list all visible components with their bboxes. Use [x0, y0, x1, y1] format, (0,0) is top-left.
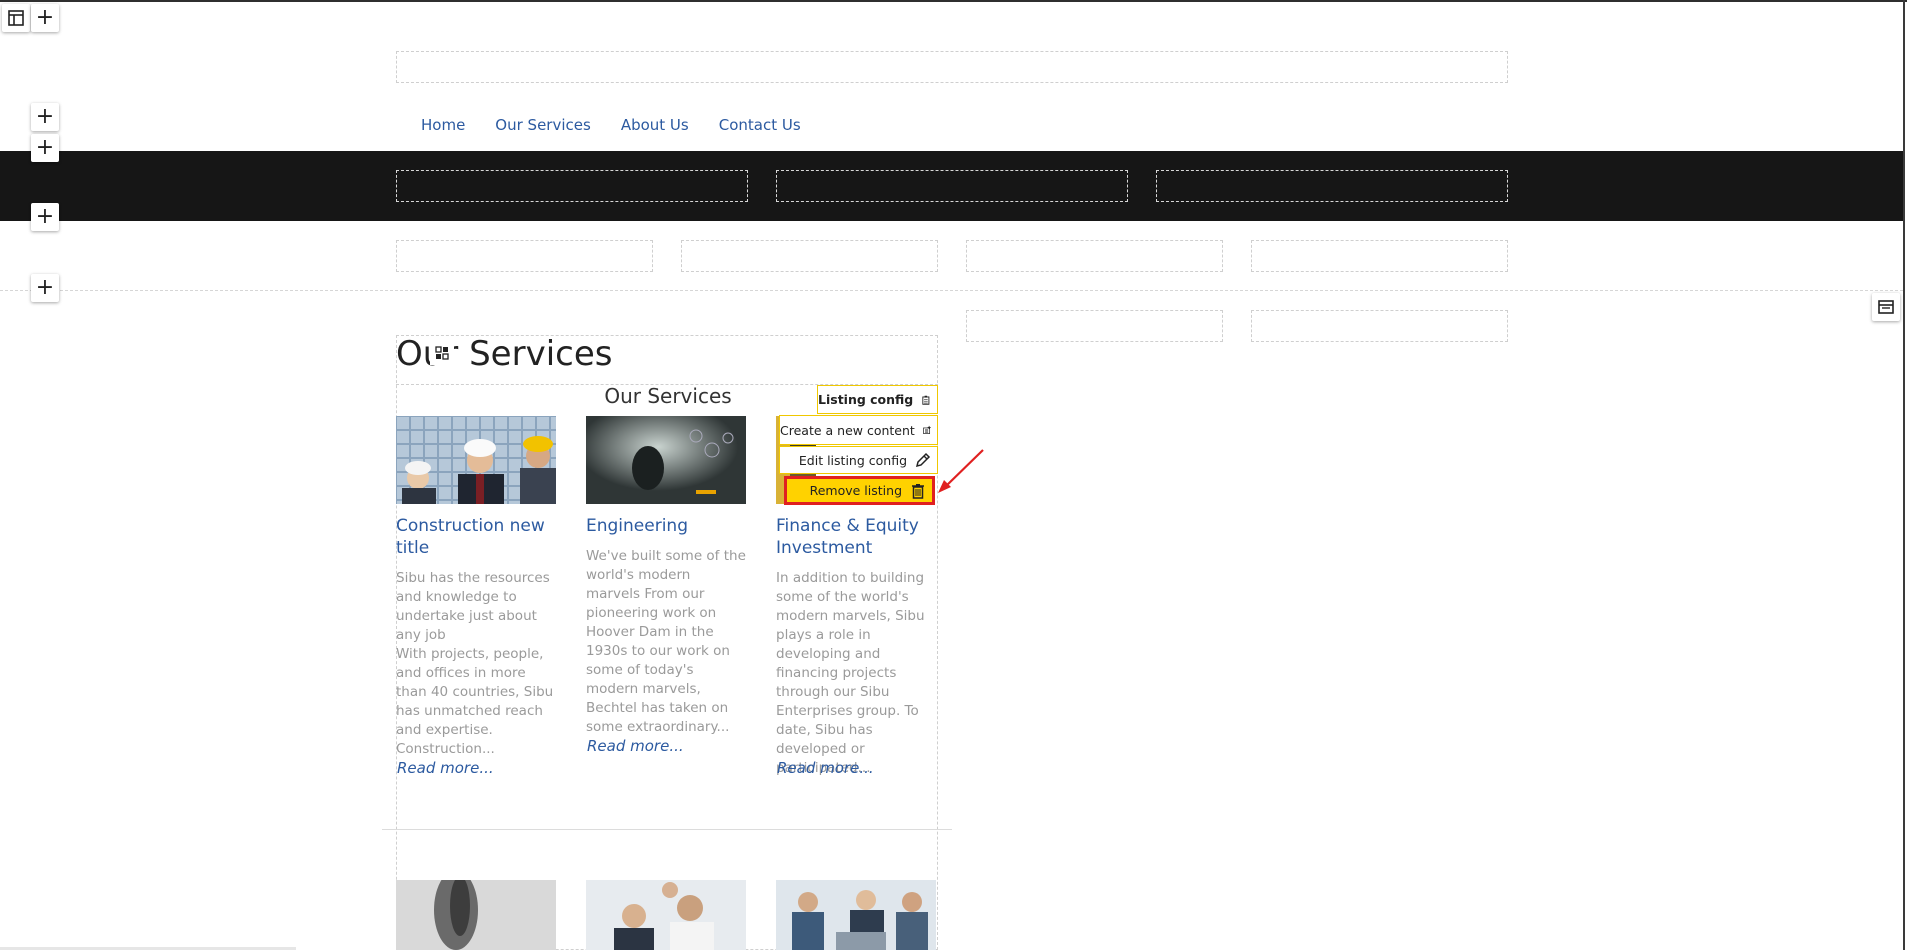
nav-about-us[interactable]: About Us: [621, 116, 689, 134]
plus-icon: +: [35, 204, 55, 229]
pencil-icon: [915, 452, 931, 468]
plus-icon: +: [35, 275, 55, 300]
listing-divider: [382, 829, 952, 830]
layout-button[interactable]: [2, 4, 30, 32]
remove-listing-item[interactable]: Remove listing: [784, 476, 935, 505]
header-block-placeholder[interactable]: [396, 51, 1508, 83]
read-more-finance[interactable]: Read more...: [777, 759, 874, 777]
nav-home[interactable]: Home: [421, 116, 465, 134]
plus-icon: +: [35, 104, 55, 129]
column-placeholder-3[interactable]: [966, 240, 1223, 272]
trash-icon: [912, 483, 924, 499]
edit-listing-config-item[interactable]: Edit listing config: [779, 446, 938, 474]
create-content-icon: [922, 425, 931, 434]
add-row-button-blocks[interactable]: +: [31, 203, 59, 231]
card-title-finance[interactable]: Finance & Equity Investment: [776, 515, 941, 559]
listing-title: Our Services: [604, 384, 732, 408]
plus-icon: +: [35, 5, 55, 30]
card-text-engineering: We've built some of the world's modern m…: [586, 548, 746, 735]
clipboard-icon: [922, 395, 930, 405]
page-title: Our Services: [396, 334, 613, 374]
remove-listing-label: Remove listing: [809, 483, 902, 498]
column-placeholder-6[interactable]: [1251, 310, 1508, 342]
section-separator: [0, 290, 1903, 291]
card-title-engineering[interactable]: Engineering: [586, 515, 751, 537]
column-placeholder-1[interactable]: [396, 240, 653, 272]
card-image-bottom-3[interactable]: [776, 880, 936, 950]
arrow-annotation: [938, 449, 984, 493]
column-placeholder-2[interactable]: [681, 240, 938, 272]
edit-listing-config-label: Edit listing config: [798, 452, 907, 468]
card-title-construction[interactable]: Construction new title: [396, 515, 561, 559]
create-new-content-label: Create a new content: [780, 422, 915, 438]
banner-block-placeholder-3[interactable]: [1156, 170, 1508, 202]
add-row-button-nav[interactable]: +: [31, 103, 59, 131]
right-scrollbar-edge: [1903, 0, 1905, 950]
read-more-engineering[interactable]: Read more...: [587, 737, 684, 755]
card-image-construction[interactable]: [396, 416, 556, 504]
add-row-button-top[interactable]: +: [31, 4, 59, 32]
card-text-finance: In addition to building some of the worl…: [776, 570, 925, 776]
create-new-content-item[interactable]: Create a new content: [779, 415, 938, 445]
main-navigation: Home Our Services About Us Contact Us: [421, 116, 801, 134]
banner-block-placeholder-2[interactable]: [776, 170, 1128, 202]
card-image-bottom-1[interactable]: [396, 880, 556, 950]
side-panel-button[interactable]: [1872, 293, 1900, 321]
add-row-button-band[interactable]: +: [31, 134, 59, 162]
column-placeholder-5[interactable]: [966, 310, 1223, 342]
add-row-button-content[interactable]: +: [31, 274, 59, 302]
card-text-construction: Sibu has the resources and knowledge to …: [396, 570, 554, 757]
nav-contact-us[interactable]: Contact Us: [719, 116, 801, 134]
top-border: [0, 0, 1907, 2]
banner-block-placeholder-1[interactable]: [396, 170, 748, 202]
card-image-bottom-2[interactable]: [586, 880, 746, 950]
listing-config-label: Listing config: [818, 392, 914, 407]
plus-icon: +: [35, 135, 55, 160]
grid-icon: [435, 346, 449, 360]
column-placeholder-4[interactable]: [1251, 240, 1508, 272]
read-more-construction[interactable]: Read more...: [397, 759, 494, 777]
listing-config-button[interactable]: Listing config: [817, 385, 938, 414]
panel-icon: [1878, 300, 1894, 314]
layout-icon: [8, 10, 24, 26]
nav-our-services[interactable]: Our Services: [495, 116, 591, 134]
card-image-engineering[interactable]: [586, 416, 746, 504]
block-handle[interactable]: [430, 341, 454, 365]
